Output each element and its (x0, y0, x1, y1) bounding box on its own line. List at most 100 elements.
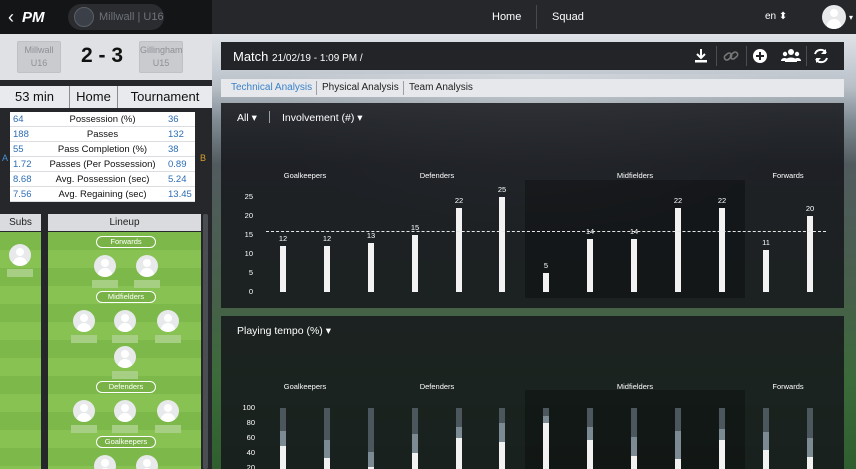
tempo-bar-medium (499, 423, 505, 442)
bar-value-label: 11 (762, 238, 770, 248)
group-label: Forwards (772, 171, 804, 180)
lineup-player[interactable] (112, 400, 138, 433)
match-minute: 53 min (0, 86, 70, 108)
involvement-bar (807, 216, 813, 292)
user-avatar-icon[interactable] (822, 5, 846, 29)
group-label: Defenders (419, 382, 455, 391)
lineup-player[interactable] (92, 255, 118, 288)
y-tick-label: 25 (244, 192, 253, 201)
tempo-chart-panel: Playing tempo (%) ▾ Goalkeepers Defenders… (221, 316, 844, 469)
lineup-player[interactable] (112, 346, 138, 379)
player-avatar (136, 455, 158, 469)
chevron-left-icon[interactable]: ‹ (4, 7, 18, 27)
stat-value-a: 7.56 (13, 189, 32, 200)
player-name-tag (71, 335, 97, 343)
add-circle-icon[interactable] (751, 47, 769, 65)
lineup-player[interactable] (112, 310, 138, 343)
download-icon[interactable] (692, 47, 710, 65)
tempo-bar-high (280, 445, 286, 469)
player-name-tag (134, 280, 160, 288)
scoreboard: Millwall U16 2 - 3 Gillingham U15 (0, 34, 212, 80)
y-tick-label: 80 (246, 418, 255, 427)
match-venue: Home (70, 86, 118, 108)
involvement-bar (280, 246, 286, 292)
tab-divider (403, 81, 404, 95)
tempo-bar-high (543, 423, 549, 469)
stat-value-b: 36 (168, 114, 179, 125)
y-tick-label: 5 (248, 268, 253, 277)
language-selector[interactable]: en ⬍ (765, 11, 787, 22)
player-avatar (114, 400, 136, 422)
tab-technical-analysis[interactable]: Technical Analysis (231, 79, 312, 97)
involvement-bar (763, 250, 769, 292)
stat-label: Passes (86, 129, 119, 140)
tempo-bar-high (763, 450, 769, 469)
lineup-player[interactable] (134, 455, 160, 469)
tempo-bar-high (456, 438, 462, 469)
stat-value-a: 55 (13, 144, 24, 155)
match-sidebar: ‹ PM Millwall | U16 Millwall U16 2 - 3 G… (0, 0, 212, 469)
player-avatar (73, 400, 95, 422)
lineup-player[interactable] (71, 400, 97, 433)
lineup-player[interactable] (134, 255, 160, 288)
stat-label: Avg. Possession (sec) (55, 174, 150, 185)
subs-area (0, 232, 41, 469)
svg-text:PM: PM (22, 9, 45, 26)
pm-logo[interactable]: PM (22, 8, 58, 26)
home-team-badge: Millwall U16 (17, 41, 61, 73)
tempo-bar-high (499, 441, 505, 469)
player-avatar (136, 255, 158, 277)
match-score: 2 - 3 (80, 44, 124, 67)
involvement-bar (456, 208, 462, 292)
nav-divider (536, 5, 537, 29)
chevron-down-icon[interactable]: ▾ (849, 13, 853, 22)
match-date: 21/02/19 - 1:09 PM / (272, 53, 363, 64)
tab-physical-analysis[interactable]: Physical Analysis (322, 79, 399, 97)
tab-team-analysis[interactable]: Team Analysis (409, 79, 473, 97)
analysis-main: Match 21/02/19 - 1:09 PM / Technical Ana… (212, 34, 856, 469)
stat-row: 55 Pass Completion (%) 38 (10, 142, 195, 157)
player-name-tag (155, 425, 181, 433)
stat-value-b: 13.45 (168, 189, 192, 200)
y-tick-label: 20 (246, 463, 255, 469)
stat-row: 64 Possession (%) 36 (10, 112, 195, 127)
link-icon[interactable] (722, 47, 740, 65)
tempo-dropdown[interactable]: Playing tempo (%) ▾ (237, 325, 331, 337)
header-divider (806, 46, 807, 66)
lineup-player[interactable] (71, 310, 97, 343)
tempo-bar-medium (587, 426, 593, 441)
sidebar-topbar: ‹ PM Millwall | U16 (0, 0, 212, 34)
lineup-player[interactable] (155, 310, 181, 343)
lineup-header: Lineup (48, 214, 201, 231)
y-tick-label: 15 (244, 230, 253, 239)
lineup-scrollbar[interactable] (203, 214, 208, 469)
match-title-label: Match (233, 49, 269, 64)
nav-home[interactable]: Home (492, 11, 521, 23)
tempo-bar-high (719, 439, 725, 469)
group-label: Midfielders (616, 382, 654, 391)
lineup-player[interactable] (155, 400, 181, 433)
player-avatar (9, 244, 31, 266)
tempo-bar-medium (543, 415, 549, 423)
stat-value-a: 64 (13, 114, 24, 125)
match-stats-table: 64 Possession (%) 36 188 Passes 132 55 Pass Com… (10, 112, 195, 202)
nav-squad[interactable]: Squad (552, 11, 584, 23)
sub-player[interactable] (7, 244, 33, 277)
position-label-goalkeepers: Goalkeepers (96, 436, 156, 448)
stat-row: 7.56 Avg. Regaining (sec) 13.45 (10, 187, 195, 202)
stat-value-b: 5.24 (168, 174, 187, 185)
group-icon[interactable] (781, 47, 801, 65)
player-avatar (157, 400, 179, 422)
stat-row: 8.68 Avg. Possession (sec) 5.24 (10, 172, 195, 187)
involvement-bar (324, 246, 330, 292)
lineup-player[interactable] (92, 455, 118, 469)
refresh-icon[interactable] (812, 47, 830, 65)
match-header: Match 21/02/19 - 1:09 PM / (221, 42, 844, 70)
position-label-midfielders: Midfielders (96, 291, 156, 303)
filter-all-dropdown[interactable]: All ▾ (237, 112, 257, 124)
tempo-bar-medium (368, 451, 374, 467)
player-name-tag (155, 335, 181, 343)
metric-dropdown[interactable]: Involvement (#) ▾ (282, 112, 363, 124)
stat-row: 188 Passes 132 (10, 127, 195, 142)
tempo-bar-medium (763, 432, 769, 450)
